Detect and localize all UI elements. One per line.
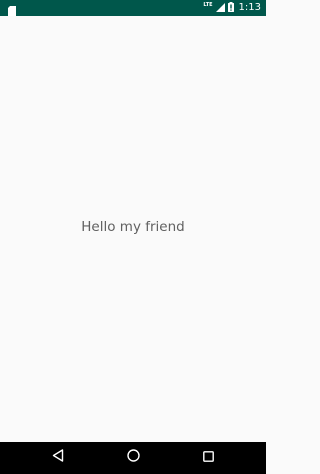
main-content: Hello my friend <box>0 16 266 442</box>
signal-icon <box>215 0 225 17</box>
navigation-bar <box>0 442 266 474</box>
recent-apps-button[interactable] <box>188 442 228 474</box>
recent-apps-icon <box>202 449 214 467</box>
home-icon <box>126 449 140 467</box>
greeting-text: Hello my friend <box>81 219 185 235</box>
battery-icon <box>227 0 234 17</box>
home-button[interactable] <box>113 442 153 474</box>
status-time: 1:13 <box>238 2 261 13</box>
status-bar: LTE 1:13 <box>0 0 266 16</box>
network-type-badge: LTE <box>203 1 213 8</box>
back-icon <box>52 449 64 467</box>
status-icons: LTE 1:13 <box>203 0 261 16</box>
back-button[interactable] <box>38 442 78 474</box>
